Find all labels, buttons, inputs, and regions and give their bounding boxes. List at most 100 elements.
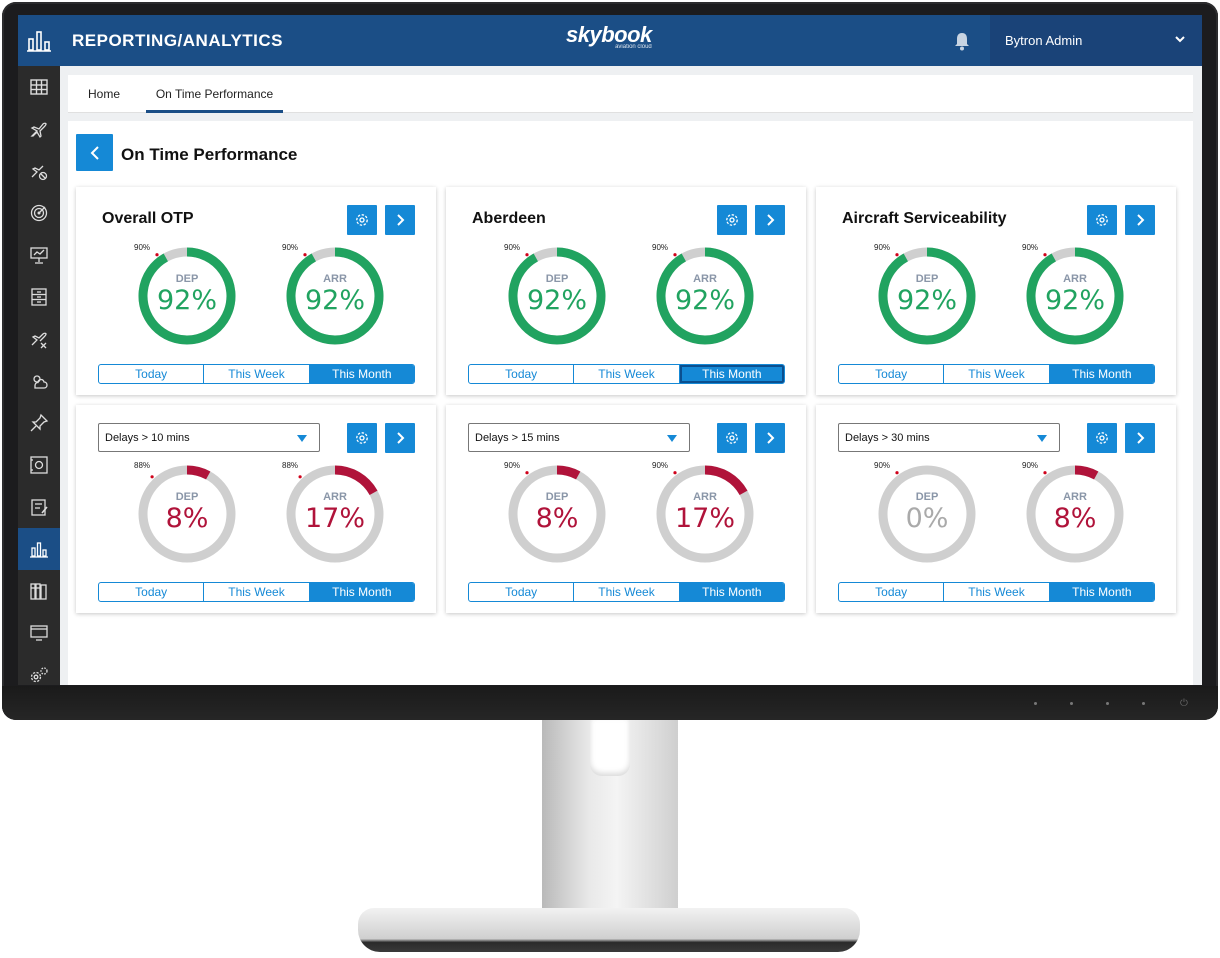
bell-icon[interactable] <box>953 31 971 51</box>
skybook-logo: skybook aviation cloud <box>566 23 652 51</box>
gear-icon <box>356 214 368 226</box>
open-details-button[interactable] <box>755 423 785 453</box>
sidebar-item-plane[interactable] <box>18 108 60 150</box>
settings-button[interactable] <box>347 205 377 235</box>
tab-on-time-performance[interactable]: On Time Performance <box>146 75 283 113</box>
period-today-button[interactable]: Today <box>469 365 575 383</box>
gauge-label: DEP <box>175 491 199 503</box>
gauge-label: ARR <box>693 273 717 285</box>
sidebar-item-checklist[interactable] <box>18 486 60 528</box>
settings-button[interactable] <box>1087 205 1117 235</box>
user-name: Bytron Admin <box>1005 33 1083 48</box>
delay-filter-select[interactable]: Delays > 30 mins <box>838 423 1060 452</box>
gauge-arr: 90% ARR 92% <box>650 241 760 351</box>
chevron-down-icon <box>1174 33 1186 48</box>
threshold-marker <box>673 253 677 257</box>
caret-down-icon <box>1037 435 1047 442</box>
open-details-button[interactable] <box>1125 205 1155 235</box>
gauge-label: ARR <box>693 491 717 503</box>
threshold-marker <box>150 475 154 479</box>
gear-icon <box>356 432 368 444</box>
sidebar-item-monitor[interactable] <box>18 612 60 654</box>
period-selector: Today This Week This Month <box>98 582 415 602</box>
sidebar-item-pin[interactable] <box>18 402 60 444</box>
gauge-threshold: 90% <box>1022 243 1039 252</box>
tab-home[interactable]: Home <box>68 75 140 113</box>
analytics-app-icon[interactable] <box>18 15 60 66</box>
sidebar-item-settings[interactable] <box>18 654 60 685</box>
gauge-threshold: 88% <box>282 461 299 470</box>
settings-button[interactable] <box>717 205 747 235</box>
open-details-button[interactable] <box>1125 423 1155 453</box>
period-this-month-button[interactable]: This Month <box>1049 365 1154 383</box>
period-this-week-button[interactable]: This Week <box>574 365 680 383</box>
sidebar-item-grid[interactable] <box>18 66 60 108</box>
delay-filter-select[interactable]: Delays > 15 mins <box>468 423 690 452</box>
gauge-label: ARR <box>1063 273 1087 285</box>
open-details-button[interactable] <box>385 423 415 453</box>
sidebar-item-plane-off[interactable] <box>18 150 60 192</box>
period-today-button[interactable]: Today <box>99 365 205 383</box>
gauge-dep: 90% DEP 92% <box>132 241 242 351</box>
monitor-button <box>1034 702 1037 705</box>
period-today-button[interactable]: Today <box>839 583 945 601</box>
gauge-arr: 90% ARR 92% <box>1020 241 1130 351</box>
safe-icon <box>30 456 48 474</box>
bar-chart-icon <box>30 542 48 558</box>
period-this-month-button[interactable]: This Month <box>679 365 784 383</box>
period-this-month-button[interactable]: This Month <box>1049 583 1154 601</box>
presentation-icon <box>30 247 48 264</box>
otp-card: Delays > 10 mins 88% DEP 8% 88% ARR 17% Today Th… <box>76 405 436 613</box>
gauge-dep: 90% DEP 0% <box>872 459 982 569</box>
monitor-stand-cable-hole <box>590 720 630 776</box>
period-today-button[interactable]: Today <box>839 365 945 383</box>
delay-filter-value: Delays > 30 mins <box>845 431 930 444</box>
threshold-marker <box>895 471 899 475</box>
period-this-month-button[interactable]: This Month <box>309 365 414 383</box>
period-today-button[interactable]: Today <box>469 583 575 601</box>
gear-icon <box>1096 214 1108 226</box>
sidebar-item-safe[interactable] <box>18 444 60 486</box>
delay-filter-select[interactable]: Delays > 10 mins <box>98 423 320 452</box>
period-this-month-button[interactable]: This Month <box>309 583 414 601</box>
period-this-week-button[interactable]: This Week <box>944 365 1050 383</box>
gauge-value: 8% <box>165 503 209 534</box>
gauge-value: 0% <box>905 503 949 534</box>
cabinet-icon <box>31 288 47 306</box>
otp-card: Aircraft Serviceability 90% DEP 92% 90% ARR 92… <box>816 187 1176 395</box>
monitor-chin: ⏻ <box>2 686 1218 720</box>
sidebar-item-books[interactable] <box>18 570 60 612</box>
threshold-marker <box>673 471 677 475</box>
user-menu[interactable]: Bytron Admin <box>990 15 1202 66</box>
gear-icon <box>726 432 738 444</box>
settings-button[interactable] <box>717 423 747 453</box>
period-this-week-button[interactable]: This Week <box>204 365 310 383</box>
sidebar-item-plane-cross[interactable] <box>18 318 60 360</box>
settings-button[interactable] <box>347 423 377 453</box>
gauge-arc <box>704 465 748 496</box>
sidebar-item-bar-chart[interactable] <box>18 528 60 570</box>
sidebar-item-cabinet[interactable] <box>18 276 60 318</box>
period-this-week-button[interactable]: This Week <box>574 583 680 601</box>
period-this-month-button[interactable]: This Month <box>679 583 784 601</box>
sidebar-item-radar[interactable] <box>18 192 60 234</box>
back-button[interactable] <box>76 134 113 171</box>
sidebar-item-presentation[interactable] <box>18 234 60 276</box>
sidebar-item-weather[interactable] <box>18 360 60 402</box>
settings-button[interactable] <box>1087 423 1117 453</box>
main-content: On Time Performance Overall OTP 90% DEP 92%… <box>68 121 1193 685</box>
monitor-stand-base <box>358 908 860 952</box>
weather-icon <box>33 375 48 389</box>
open-details-button[interactable] <box>385 205 415 235</box>
gauge-dep: 88% DEP 8% <box>132 459 242 569</box>
period-this-week-button[interactable]: This Week <box>204 583 310 601</box>
gauge-dep: 90% DEP 92% <box>502 241 612 351</box>
period-today-button[interactable]: Today <box>99 583 205 601</box>
open-details-button[interactable] <box>755 205 785 235</box>
period-this-week-button[interactable]: This Week <box>944 583 1050 601</box>
breadcrumb-tabs: Home On Time Performance <box>68 75 1193 113</box>
monitor-button <box>1142 702 1145 705</box>
gauge-arr: 90% ARR 8% <box>1020 459 1130 569</box>
delay-filter-value: Delays > 10 mins <box>105 431 190 444</box>
gauge-label: ARR <box>323 491 347 503</box>
